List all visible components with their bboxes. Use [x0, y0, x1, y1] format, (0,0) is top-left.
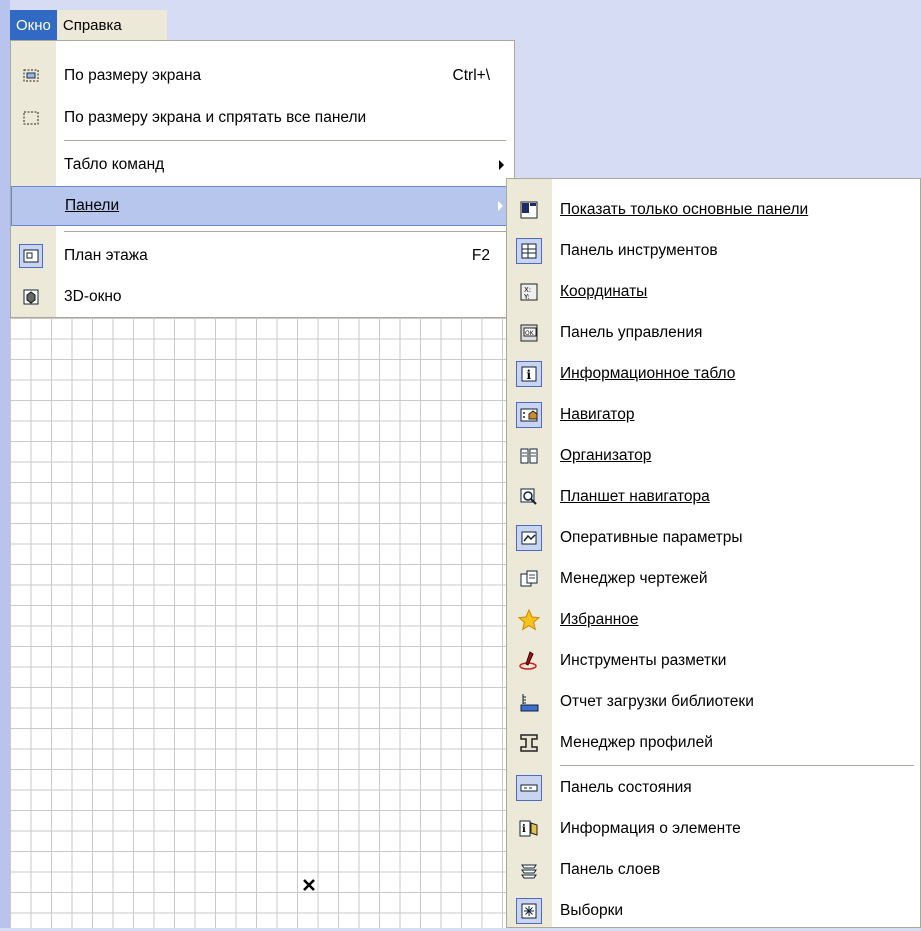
3d-window-icon: [20, 286, 42, 308]
window-edge: [0, 0, 10, 928]
submenu-item-layers-panel[interactable]: Панель слоев: [507, 849, 920, 890]
submenu-item-favorites[interactable]: Избранное: [507, 599, 920, 640]
submenu-arrow-icon: [499, 160, 504, 170]
markup-tools-icon: [517, 649, 541, 673]
window-menu-dropdown: По размеру экрана Ctrl+\ По размеру экра…: [10, 40, 515, 318]
menu-help[interactable]: Справка: [57, 10, 128, 40]
3d-window-item[interactable]: 3D-окно: [11, 278, 514, 316]
selections-icon: [516, 897, 542, 924]
layers-panel-icon: [517, 858, 541, 882]
organizer-icon: [517, 444, 541, 468]
crosshair-cursor-icon: [301, 877, 317, 893]
svg-text:OK: OK: [525, 330, 535, 337]
status-bar-icon: [516, 774, 542, 801]
control-panel-icon: OK: [517, 321, 541, 345]
quick-options-icon: [516, 524, 542, 551]
separator: [64, 231, 506, 232]
floor-plan-item[interactable]: План этажа F2: [11, 237, 514, 275]
submenu-item-main-panels[interactable]: Показать только основные панели: [507, 189, 920, 230]
fit-screen-hide-panels-item[interactable]: По размеру экрана и спрятать все панели: [11, 99, 514, 137]
main-panels-icon: [517, 198, 541, 222]
fit-screen-item[interactable]: По размеру экрана Ctrl+\: [11, 57, 514, 95]
submenu-item-profile-manager[interactable]: Менеджер профилей: [507, 722, 920, 763]
svg-text:i: i: [527, 368, 532, 382]
favorites-star-icon: [517, 608, 541, 632]
coordinates-icon: X: Y:: [517, 280, 541, 304]
library-report-icon: [517, 690, 541, 714]
fit-screen-hide-icon: [20, 107, 42, 129]
submenu-item-coordinates[interactable]: X: Y: Координаты: [507, 271, 920, 312]
submenu-item-toolbox[interactable]: Панель инструментов: [507, 230, 920, 271]
submenu-item-info-box[interactable]: i Информационное табло: [507, 353, 920, 394]
toolbox-icon: [516, 237, 542, 264]
menu-window[interactable]: Окно: [10, 10, 57, 40]
submenu-item-organizer[interactable]: Организатор: [507, 435, 920, 476]
submenu-item-control-panel[interactable]: OK Панель управления: [507, 312, 920, 353]
submenu-item-drawing-manager[interactable]: Менеджер чертежей: [507, 558, 920, 599]
menu-bar: Окно Справка: [10, 10, 167, 40]
submenu-arrow-icon: [498, 201, 503, 211]
command-board-item[interactable]: Табло команд: [11, 146, 514, 184]
submenu-item-quick-options[interactable]: Оперативные параметры: [507, 517, 920, 558]
element-info-icon: i: [517, 817, 541, 841]
drawing-manager-icon: [517, 567, 541, 591]
submenu-item-library-report[interactable]: Отчет загрузки библиотеки: [507, 681, 920, 722]
panels-submenu: Показать только основные панели Панель и…: [506, 178, 921, 928]
submenu-item-status-bar[interactable]: Панель состояния: [507, 767, 920, 808]
navigator-preview-icon: [517, 485, 541, 509]
submenu-item-markup-tools[interactable]: Инструменты разметки: [507, 640, 920, 681]
navigator-icon: [516, 401, 542, 428]
submenu-item-navigator[interactable]: Навигатор: [507, 394, 920, 435]
svg-text:Y:: Y:: [523, 293, 530, 301]
panels-item[interactable]: Панели: [11, 186, 514, 226]
separator: [560, 765, 914, 766]
submenu-item-element-info[interactable]: i Информация о элементе: [507, 808, 920, 849]
info-box-icon: i: [516, 360, 542, 387]
profile-manager-icon: [517, 731, 541, 755]
fit-screen-icon: [20, 65, 42, 87]
separator: [64, 140, 506, 141]
floor-plan-icon: [19, 244, 43, 268]
submenu-item-selections[interactable]: Выборки: [507, 890, 920, 931]
submenu-item-navigator-preview[interactable]: Планшет навигатора: [507, 476, 920, 517]
svg-text:i: i: [522, 824, 526, 835]
